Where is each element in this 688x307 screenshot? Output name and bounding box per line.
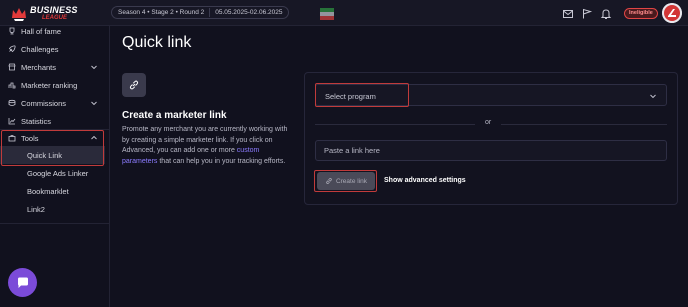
chat-bubble-icon — [17, 277, 28, 288]
status-badge: Ineligible — [624, 8, 658, 19]
highlight-tools-box — [1, 130, 104, 166]
sidebar-item-statistics[interactable]: Statistics — [0, 112, 110, 130]
logo-text-league: LEAGUE — [42, 15, 68, 21]
avatar[interactable] — [662, 3, 682, 23]
sidebar: Hall of fame Challenges Merchants Market… — [0, 26, 110, 307]
season-dates: 05.05.2025-02.06.2025 — [215, 9, 283, 16]
business-league-logo[interactable]: BUSINESS LEAGUE — [10, 4, 78, 24]
rocket-icon — [8, 45, 16, 53]
mail-icon[interactable] — [562, 8, 574, 20]
coins-icon — [8, 99, 16, 106]
sidebar-item-marketer-ranking[interactable]: Marketer ranking — [0, 76, 110, 94]
description-part: that can help you in your tracking effor… — [157, 157, 286, 165]
link-icon — [129, 80, 139, 90]
page-title: Quick link — [122, 34, 192, 51]
chevron-down-icon — [91, 65, 97, 70]
chart-icon — [8, 118, 16, 125]
crown-logo-icon — [12, 8, 26, 21]
flag-icon[interactable] — [581, 8, 593, 20]
bell-icon[interactable] — [600, 8, 612, 20]
ranking-icon — [8, 82, 16, 89]
logo-text-business: BUSINESS — [30, 5, 78, 15]
sidebar-divider — [0, 223, 110, 224]
trophy-icon — [9, 27, 15, 35]
highlight-create-box — [314, 170, 377, 192]
flag-image-icon — [320, 8, 334, 20]
link-tile — [122, 73, 146, 97]
chat-button[interactable] — [8, 268, 37, 297]
or-line-left — [315, 124, 475, 125]
sidebar-item-label: Marketer ranking — [21, 80, 78, 90]
season-stage: Season 4 • Stage 2 • Round 2 — [118, 9, 205, 16]
sidebar-subitem-label: Google Ads Linker — [27, 168, 89, 178]
sidebar-item-merchants[interactable]: Merchants — [0, 58, 110, 76]
description-text: Promote any merchant you are currently w… — [122, 125, 290, 167]
sidebar-item-challenges[interactable]: Challenges — [0, 40, 110, 58]
sidebar-item-commissions[interactable]: Commissions — [0, 94, 110, 112]
highlight-select-box — [315, 83, 409, 107]
sidebar-subitem-link2[interactable]: Link2 — [0, 200, 105, 218]
section-title: Create a marketer link — [122, 110, 227, 121]
paste-link-input[interactable] — [315, 140, 667, 161]
season-indicator: Season 4 • Stage 2 • Round 2 05.05.2025-… — [111, 6, 290, 19]
or-text: or — [485, 119, 492, 126]
sidebar-subitem-google-ads-linker[interactable]: Google Ads Linker — [0, 164, 105, 182]
sidebar-item-label: Merchants — [21, 62, 57, 72]
or-divider: or — [315, 119, 667, 129]
shop-icon — [8, 63, 16, 71]
sidebar-subitem-label: Bookmarklet — [27, 186, 69, 196]
sidebar-item-hall-of-fame[interactable]: Hall of fame — [0, 22, 110, 40]
chevron-down-icon — [91, 101, 97, 106]
sidebar-item-label: Statistics — [21, 116, 52, 126]
or-line-right — [501, 124, 667, 125]
chevron-down-icon — [650, 94, 656, 99]
show-advanced-settings-link[interactable]: Show advanced settings — [384, 177, 466, 184]
avatar-icon — [662, 3, 682, 23]
sidebar-subitem-label: Link2 — [27, 204, 45, 214]
description-part: Promote any merchant you are currently w… — [122, 126, 288, 154]
sidebar-item-label: Challenges — [21, 44, 59, 54]
sidebar-item-label: Hall of fame — [21, 26, 62, 36]
sidebar-item-label: Commissions — [21, 98, 67, 108]
sidebar-subitem-bookmarklet[interactable]: Bookmarklet — [0, 182, 105, 200]
